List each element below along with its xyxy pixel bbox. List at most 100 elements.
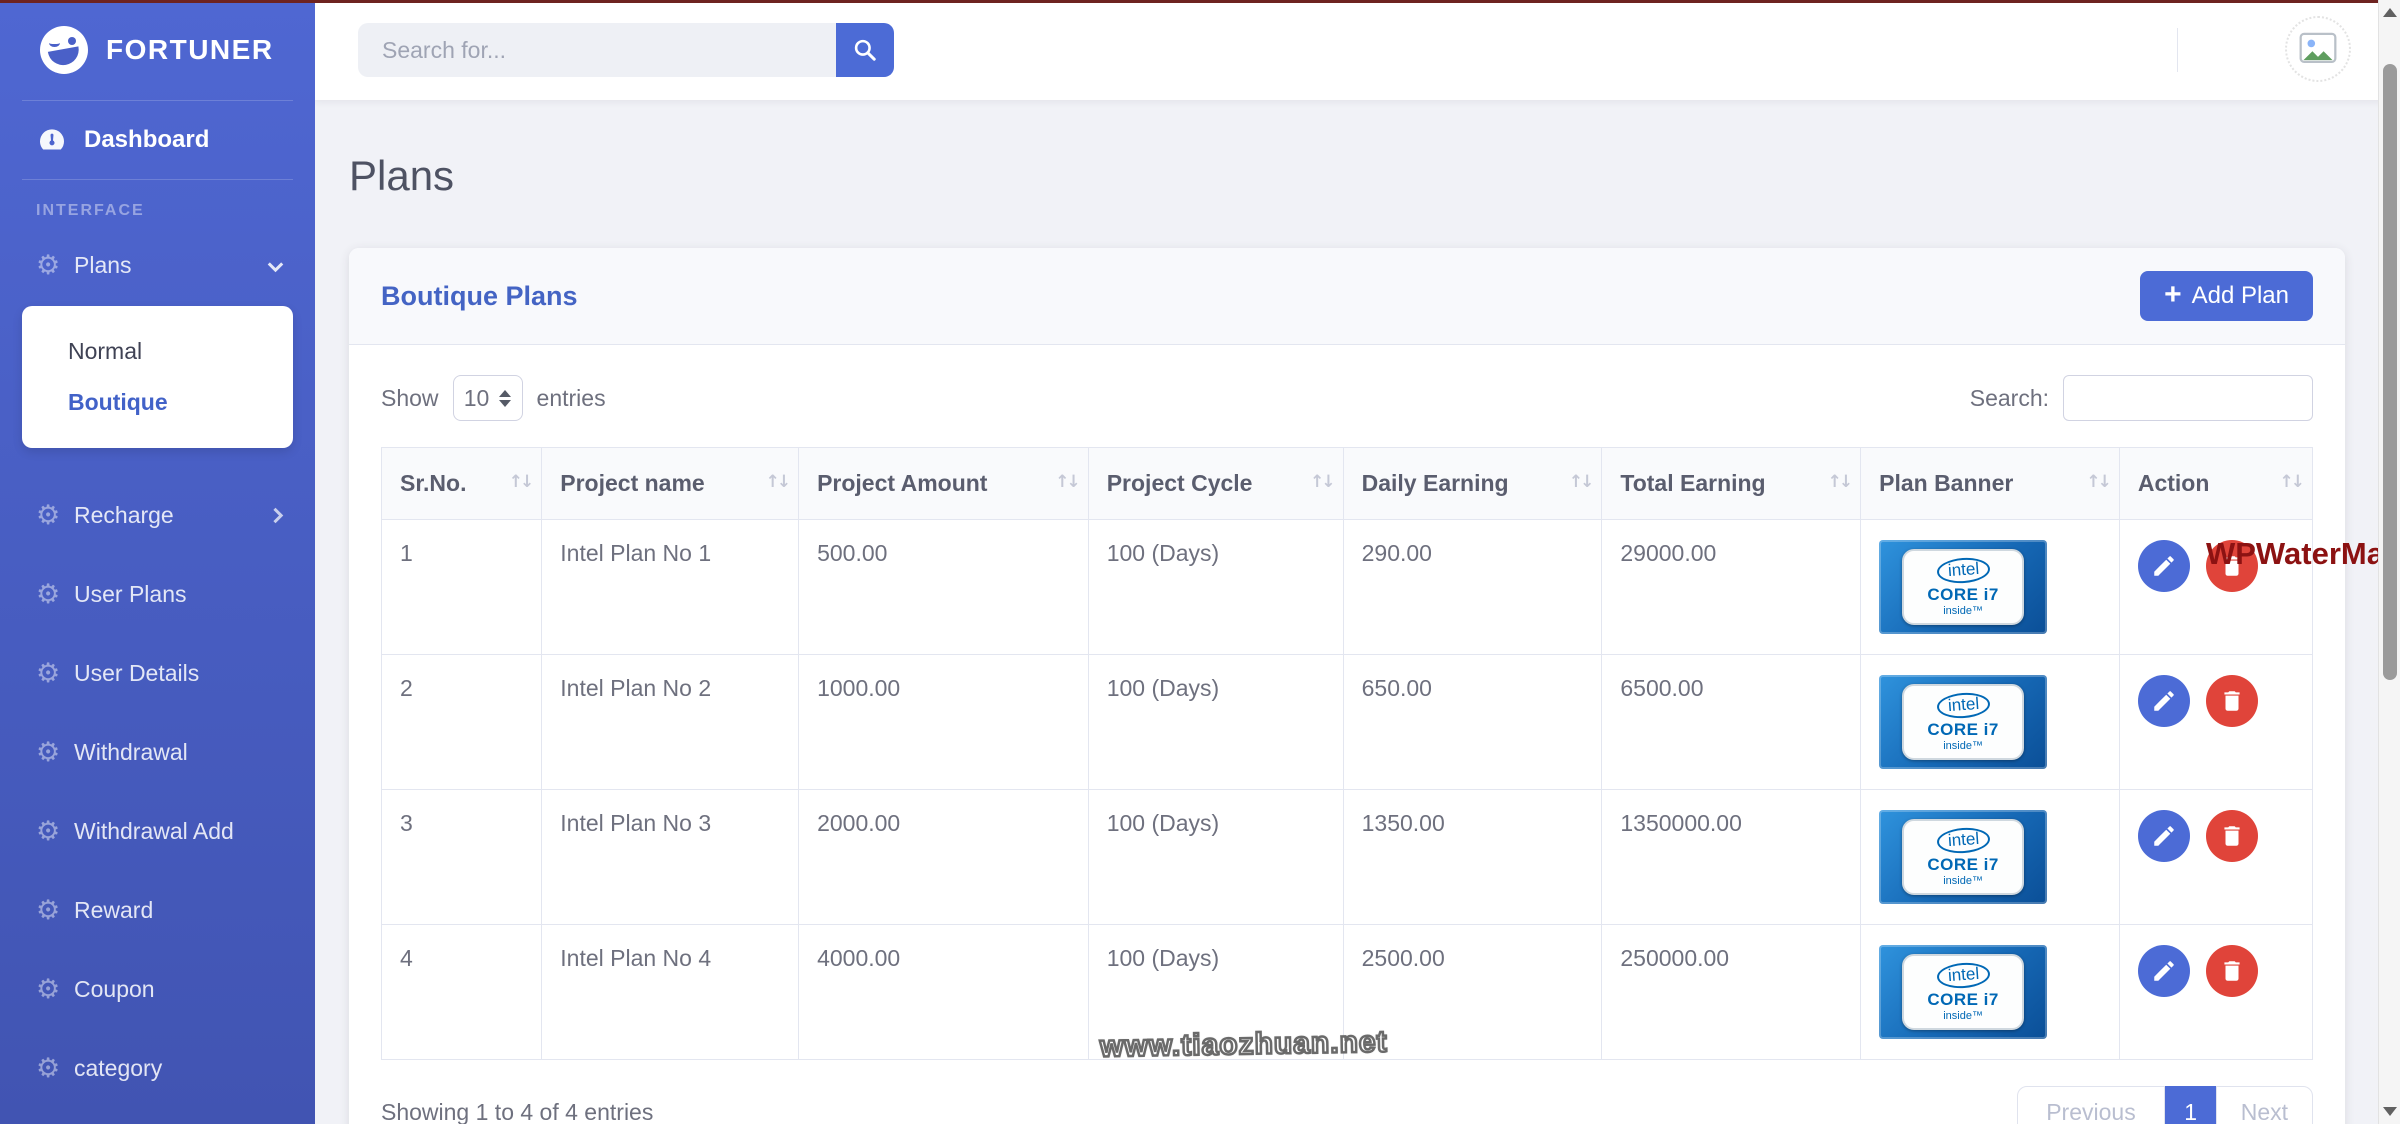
sort-icon: ↑↓	[2279, 472, 2305, 492]
cell-project-amount: 4000.00	[798, 924, 1089, 1060]
cell-project-cycle: 100 (Days)	[1087, 654, 1344, 790]
cell-srno: 1	[380, 519, 543, 655]
sidebar-item-label: User Plans	[74, 581, 187, 607]
sidebar-item-category[interactable]: ⚙ category	[0, 1029, 315, 1108]
cell-total-earning: 29000.00	[1601, 519, 1862, 655]
submenu-item-normal[interactable]: Normal	[22, 326, 293, 377]
add-plan-button[interactable]: + Add Plan	[2140, 271, 2313, 321]
edit-button[interactable]	[2137, 675, 2190, 727]
site-watermark-text: www.tiaozhuan.net	[1098, 1024, 1389, 1065]
chevron-down-icon	[267, 256, 284, 273]
sort-icon: ↑↓	[2086, 472, 2111, 492]
trash-icon	[2224, 961, 2240, 981]
topbar	[315, 0, 2400, 100]
gear-icon: ⚙	[36, 658, 61, 689]
col-header-total-earning[interactable]: Total Earning ↑↓	[1601, 447, 1862, 520]
sidebar-item-label: Reward	[74, 897, 154, 923]
pencil-icon	[2154, 961, 2174, 981]
cell-srno: 3	[380, 789, 543, 925]
pencil-icon	[2154, 691, 2174, 711]
cell-action	[2118, 924, 2314, 1060]
sidebar-item-recharge[interactable]: ⚙ Recharge	[0, 476, 315, 555]
plan-banner-image: intel CORE i7 inside™	[1879, 540, 2048, 634]
table-search-label: Search:	[1969, 384, 2049, 411]
sidebar: FORTUNER Dashboard INTERFACE ⚙ Plans Nor…	[0, 0, 315, 1124]
scrollbar-thumb[interactable]	[2383, 64, 2397, 680]
sidebar-item-reward[interactable]: ⚙ Reward	[0, 871, 315, 950]
cell-action	[2118, 789, 2314, 925]
pagination-next[interactable]: Next	[2215, 1086, 2313, 1124]
page-length-select[interactable]: 10	[452, 375, 523, 421]
table-footer: Showing 1 to 4 of 4 entries Previous 1 N…	[381, 1086, 2313, 1124]
pagination-previous[interactable]: Previous	[2017, 1086, 2165, 1124]
pagination: Previous 1 Next	[2017, 1086, 2313, 1124]
gear-icon: ⚙	[36, 500, 61, 531]
sort-icon: ↑↓	[765, 472, 791, 492]
brand-name: FORTUNER	[106, 34, 274, 65]
search-icon	[854, 39, 876, 61]
scrollbar-up-arrow-icon[interactable]	[2383, 8, 2397, 17]
pagination-page-1[interactable]: 1	[2164, 1086, 2217, 1124]
sidebar-item-plans[interactable]: ⚙ Plans	[0, 228, 315, 302]
edit-button[interactable]	[2137, 945, 2190, 997]
watermark-top-border	[0, 0, 2400, 3]
sidebar-item-withdrawal[interactable]: ⚙ Withdrawal	[0, 713, 315, 792]
add-plan-label: Add Plan	[2191, 282, 2289, 309]
showing-entries-text: Showing 1 to 4 of 4 entries	[381, 1098, 654, 1124]
plus-icon: +	[2164, 277, 2182, 311]
plans-submenu: Normal Boutique	[22, 306, 293, 448]
gear-icon: ⚙	[36, 579, 61, 610]
sidebar-item-dashboard[interactable]: Dashboard	[0, 101, 315, 179]
submenu-item-boutique[interactable]: Boutique	[22, 377, 293, 428]
pencil-icon	[2154, 556, 2174, 576]
cell-project-name: Intel Plan No 2	[541, 654, 800, 790]
cell-daily-earning: 650.00	[1342, 654, 1603, 790]
sidebar-item-user-details[interactable]: ⚙ User Details	[0, 634, 315, 713]
card-body: Show 10 entries Search: Sr.No. ↑↓ Projec…	[349, 345, 2345, 1124]
plan-banner-image: intel CORE i7 inside™	[1879, 945, 2048, 1039]
col-header-daily-earning[interactable]: Daily Earning ↑↓	[1342, 447, 1603, 520]
sidebar-item-coupon[interactable]: ⚙ Coupon	[0, 950, 315, 1029]
wpwatermark-text: WPWaterMark	[2206, 536, 2400, 571]
cell-plan-banner: intel CORE i7 inside™	[1860, 789, 2120, 925]
select-arrows-icon	[499, 389, 512, 407]
cell-project-amount: 1000.00	[798, 654, 1089, 790]
col-header-project-cycle[interactable]: Project Cycle ↑↓	[1087, 447, 1344, 520]
sort-icon: ↑↓	[508, 472, 534, 492]
sidebar-item-label: Dashboard	[84, 126, 210, 153]
plans-card: Boutique Plans + Add Plan Show 10 entrie…	[349, 248, 2345, 1124]
edit-button[interactable]	[2137, 810, 2190, 862]
col-header-project-name[interactable]: Project name ↑↓	[541, 447, 800, 520]
cell-project-amount: 2000.00	[798, 789, 1089, 925]
edit-button[interactable]	[2137, 540, 2190, 592]
search-button[interactable]	[836, 23, 894, 77]
user-avatar[interactable]	[2285, 16, 2351, 82]
col-header-project-amount[interactable]: Project Amount ↑↓	[798, 447, 1089, 520]
main-content: Plans Boutique Plans + Add Plan Show 10	[315, 100, 2400, 1124]
sidebar-item-withdrawal-add[interactable]: ⚙ Withdrawal Add	[0, 792, 315, 871]
col-header-srno[interactable]: Sr.No. ↑↓	[380, 447, 543, 520]
search-input[interactable]	[358, 23, 836, 77]
table-row: 3 Intel Plan No 3 2000.00 100 (Days) 135…	[380, 789, 2314, 925]
delete-button[interactable]	[2206, 945, 2259, 997]
brand[interactable]: FORTUNER	[0, 0, 315, 100]
plan-banner-image: intel CORE i7 inside™	[1879, 675, 2048, 769]
sidebar-item-user-plans[interactable]: ⚙ User Plans	[0, 555, 315, 634]
entries-label: entries	[536, 384, 606, 411]
tachometer-icon	[40, 129, 64, 150]
table-search-input[interactable]	[2063, 375, 2313, 421]
page-length-value: 10	[463, 384, 490, 411]
page-title: Plans	[349, 152, 455, 199]
sidebar-item-mach[interactable]: ⚙ Mach	[0, 1108, 315, 1124]
sidebar-item-label: User Details	[74, 660, 200, 686]
cell-action	[2118, 654, 2314, 790]
vertical-scrollbar[interactable]	[2378, 0, 2400, 1124]
cell-srno: 4	[380, 924, 543, 1060]
card-header: Boutique Plans + Add Plan	[349, 248, 2345, 345]
scrollbar-down-arrow-icon[interactable]	[2383, 1107, 2397, 1116]
page-length-control: Show 10 entries	[381, 375, 606, 421]
delete-button[interactable]	[2206, 675, 2259, 727]
col-header-action[interactable]: Action ↑↓	[2118, 447, 2314, 520]
delete-button[interactable]	[2206, 810, 2259, 862]
col-header-plan-banner[interactable]: Plan Banner ↑↓	[1860, 447, 2120, 520]
